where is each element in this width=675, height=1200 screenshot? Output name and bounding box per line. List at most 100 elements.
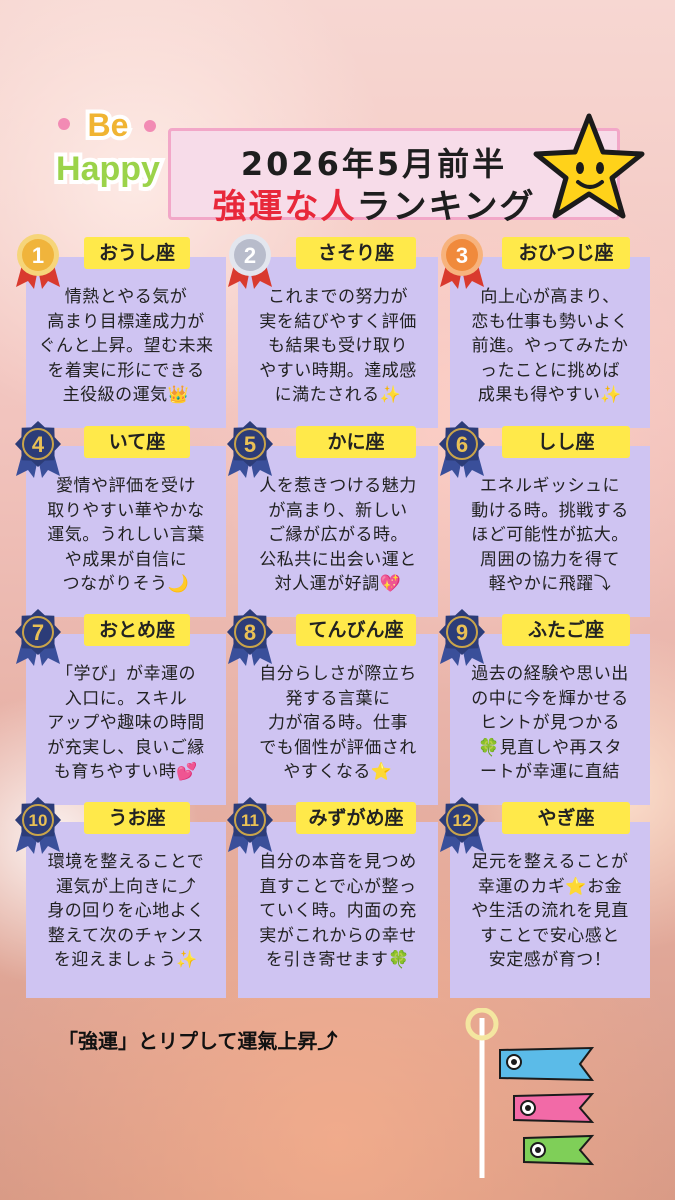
description-line: ご縁が広がる時。 [268, 525, 408, 545]
medal-icon: 2 [228, 234, 272, 289]
description-line: アップや趣味の時間 [47, 713, 205, 733]
zodiac-sign-label: おうし座 [84, 237, 190, 269]
description-line: 実を結びやすく評価 [259, 311, 417, 332]
card-description: 環境を整えることで 運気が上向きに⤴ 身の回りを心地よく 整えて次のチャンス を迎えまし… [30, 850, 222, 973]
zodiac-sign-label: おひつじ座 [502, 237, 630, 269]
description-line: に満たされる✨ [274, 385, 402, 405]
description-line: が高まり、新しい [268, 500, 408, 521]
description-line: 発する言葉に [285, 688, 391, 709]
description-line: 対人運が好調💖 [274, 574, 402, 594]
description-line: 高まり目標達成力が [47, 311, 205, 332]
description-line: や成果が自信に [64, 549, 188, 570]
description-line: 整えて次のチャンス [47, 925, 205, 946]
rank-badge-icon: 11 [227, 797, 273, 854]
rank-badge-icon: 4 [15, 421, 61, 478]
description-line: の中に今を輝かせる [471, 688, 629, 709]
zodiac-sign-label: ふたご座 [502, 614, 630, 646]
description-line: 恋も仕事も勢いよく [471, 311, 629, 332]
description-line: 実がこれからの幸せ [259, 925, 417, 946]
card-description: これまでの努力が 実を結びやすく評価 も結果も受け取り やすい時期。達成感 に満たされる… [242, 285, 434, 408]
smiling-star-icon [533, 113, 645, 219]
description-line: も結果も受け取り [268, 336, 408, 356]
rank-badge-icon: 10 [15, 797, 61, 854]
description-line: を迎えましょう✨ [53, 950, 199, 970]
description-line: を着実に形にできる [47, 360, 205, 381]
card-description: 過去の経験や思い出 の中に今を輝かせる ヒントが見つかる 🍀見直しや再スタ ートが幸運に… [454, 662, 646, 785]
description-line: ヒントが見つかる [480, 713, 620, 733]
flower-icon [144, 120, 156, 132]
description-line: すことで安心感と [480, 925, 620, 946]
zodiac-sign-label: うお座 [84, 802, 190, 834]
description-line: ていく時。内面の充 [259, 901, 417, 921]
rank-badge-icon: 9 [439, 609, 485, 666]
description-line: やすくなる⭐ [283, 762, 393, 782]
rank-badge-icon: 12 [439, 797, 485, 854]
description-line: 前進。やってみたか [471, 336, 629, 356]
rank-number: 3 [456, 243, 468, 268]
footer-call-to-action: 「強運」とリプして運氣上昇⤴ [58, 1029, 338, 1053]
zodiac-sign-label: おとめ座 [84, 614, 190, 646]
flower-icon [58, 118, 70, 130]
description-line: が充実し、良いご縁 [47, 737, 205, 758]
be-happy-sticker: Be Be Happy Happy [52, 103, 164, 192]
rank-number: 2 [244, 243, 256, 268]
rank-badge-icon: 5 [227, 421, 273, 478]
zodiac-sign-label: みずがめ座 [296, 802, 416, 834]
description-line: ったことに挑めば [480, 360, 620, 381]
happy-text: Happy [56, 150, 160, 188]
koinobori-icon [465, 1008, 595, 1178]
description-line: 取りやすい華やかな [47, 500, 205, 521]
rank-number: 5 [244, 432, 256, 457]
description-line: 直すことで心が整っ [259, 876, 417, 897]
title-rest: ランキング [356, 187, 536, 227]
zodiac-sign-label: しし座 [502, 426, 630, 458]
rank-number: 8 [244, 620, 256, 645]
card-description: 自分の本音を見つめ 直すことで心が整っ ていく時。内面の充 実がこれからの幸せ を引き寄… [242, 850, 434, 973]
description-line: つながりそう🌙 [62, 574, 190, 594]
card-description: 人を惹きつける魅力 が高まり、新しい ご縁が広がる時。 公私共に出会い運と 対人運が好調… [242, 474, 434, 597]
zodiac-sign-label: やぎ座 [502, 802, 630, 834]
card-description: 自分らしさが際立ち 発する言葉に 力が宿る時。仕事 でも個性が評価され やすくなる⭐ [242, 662, 434, 785]
medal-icon: 1 [16, 234, 60, 289]
description-line: ぐんと上昇。望む未来 [38, 336, 214, 356]
card-description: エネルギッシュに 動ける時。挑戦する ほど可能性が拡大。 周囲の協力を得て 軽やかに飛躍… [454, 474, 646, 597]
rank-number: 4 [32, 432, 45, 457]
zodiac-sign-label: かに座 [296, 426, 416, 458]
description-line: ほど可能性が拡大。 [471, 525, 629, 545]
description-line: を引き寄せます🍀 [265, 950, 411, 970]
zodiac-sign-label: さそり座 [296, 237, 416, 269]
title-ranking: 強運な人ランキング [171, 179, 577, 228]
description-line: や生活の流れを見直 [471, 901, 629, 921]
rank-number: 12 [453, 811, 472, 830]
description-line: 運気。うれしい言葉 [47, 525, 205, 545]
description-line: 幸運のカギ⭐お金 [477, 876, 623, 897]
description-line: 軽やかに飛躍⤵ [488, 574, 612, 594]
medal-icon: 3 [440, 234, 484, 289]
card-description: 向上心が高まり、 恋も仕事も勢いよく 前進。やってみたか ったことに挑めば 成果も得やす… [454, 285, 646, 408]
rank-number: 10 [29, 811, 48, 830]
zodiac-sign-label: いて座 [84, 426, 190, 458]
rank-badge-icon: 7 [15, 609, 61, 666]
description-line: 運気が上向きに⤴ [56, 876, 196, 897]
card-description: 「学び」が幸運の 入口に。スキル アップや趣味の時間 が充実し、良いご縁 も育ちやすい時… [30, 662, 222, 785]
rank-number: 6 [456, 432, 468, 457]
card-description: 足元を整えることが 幸運のカギ⭐お金 や生活の流れを見直 すことで安心感と 安定感が育つ… [454, 850, 646, 973]
description-line: 安定感が育つ！ [488, 950, 612, 970]
description-line: 🍀見直しや再スタ [478, 737, 622, 758]
rank-number: 7 [32, 620, 44, 645]
rank-number: 9 [456, 620, 468, 645]
description-line: 入口に。スキル [64, 688, 188, 709]
description-line: 主役級の運気👑 [62, 385, 190, 405]
description-line: も育ちやすい時💕 [53, 762, 199, 782]
rank-badge-icon: 6 [439, 421, 485, 478]
description-line: ートが幸運に直結 [480, 762, 620, 782]
description-line: 成果も得やすい✨ [477, 385, 623, 405]
description-line: でも個性が評価され [259, 737, 417, 758]
description-line: 動ける時。挑戦する [471, 500, 629, 521]
description-line: 周囲の協力を得て [480, 549, 620, 570]
rank-number: 11 [241, 811, 259, 830]
zodiac-sign-label: てんびん座 [296, 614, 416, 646]
card-description: 情熱とやる気が 高まり目標達成力が ぐんと上昇。望む未来 を着実に形にできる 主役級の運… [30, 285, 222, 408]
rank-number: 1 [32, 243, 44, 268]
description-line: 公私共に出会い運と [259, 549, 417, 570]
